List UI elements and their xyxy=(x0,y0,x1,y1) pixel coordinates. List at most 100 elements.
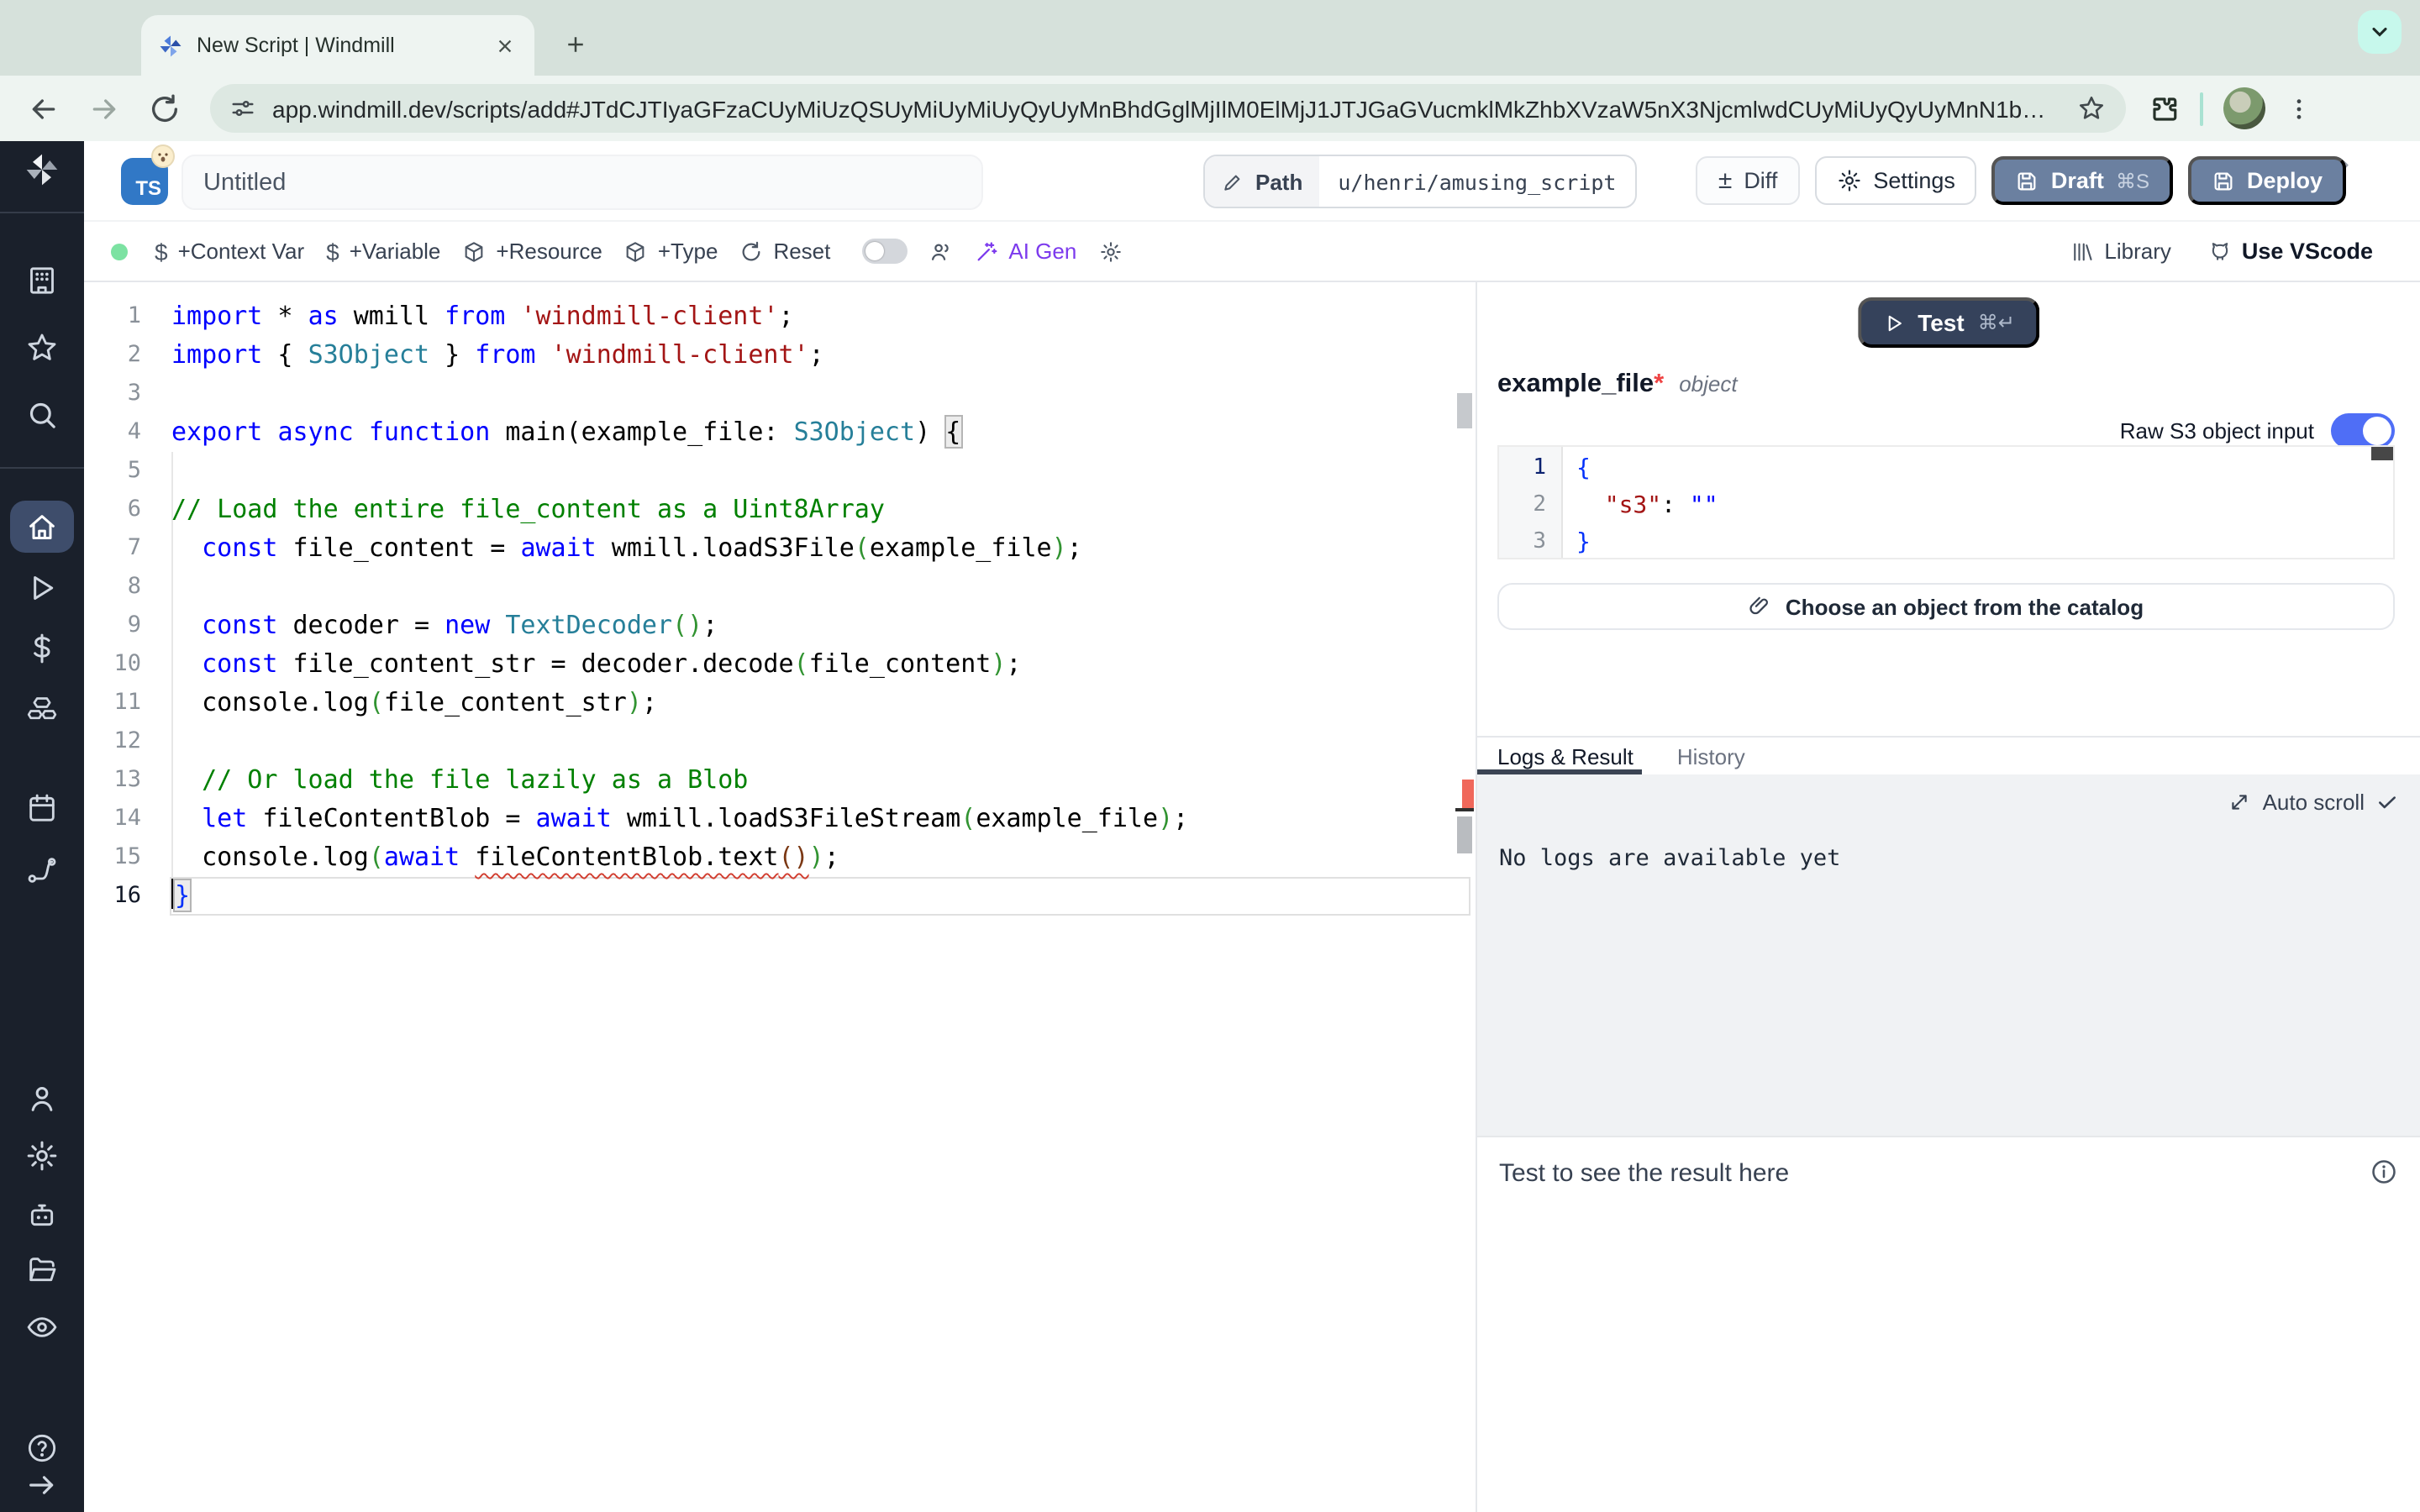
tab-history[interactable]: History xyxy=(1677,743,1745,769)
tab-title: New Script | Windmill xyxy=(197,34,477,57)
path-pencil-icon xyxy=(1222,171,1244,192)
sidebar-item-folders[interactable] xyxy=(25,1253,59,1287)
add-resource-button[interactable]: +Resource xyxy=(462,239,602,264)
code-line[interactable]: let fileContentBlob = await wmill.loadS3… xyxy=(171,800,1452,838)
add-variable-button[interactable]: $ +Variable xyxy=(326,238,440,265)
sidebar xyxy=(0,141,84,1512)
package-icon xyxy=(624,239,648,263)
code-line[interactable]: { xyxy=(1576,450,2393,487)
wand-icon xyxy=(975,239,998,263)
choose-object-button[interactable]: Choose an object from the catalog xyxy=(1497,583,2395,630)
script-name-input[interactable]: Untitled xyxy=(182,155,983,210)
code-line[interactable]: import * as wmill from 'windmill-client'… xyxy=(171,297,1452,336)
script-name-value: Untitled xyxy=(203,169,961,196)
auto-scroll-control[interactable]: Auto scroll xyxy=(2229,790,2398,815)
code-line[interactable]: const file_content_str = decoder.decode(… xyxy=(171,645,1452,684)
code-line[interactable]: } xyxy=(171,877,1452,916)
bookmark-star-icon[interactable] xyxy=(2077,94,2106,123)
code-line[interactable] xyxy=(171,568,1452,606)
raw-s3-toggle[interactable] xyxy=(2331,413,2395,449)
windmill-logo-icon[interactable] xyxy=(24,151,60,188)
script-settings-gear-icon[interactable] xyxy=(1098,239,1122,263)
sidebar-collapse-arrow-icon[interactable] xyxy=(25,1468,59,1502)
tab-close-icon[interactable] xyxy=(491,32,518,59)
sidebar-item-favorites[interactable] xyxy=(25,331,59,365)
url-row: app.windmill.dev/scripts/add#JTdCJTIyaGF… xyxy=(0,76,2420,141)
code-line[interactable]: const file_content = await wmill.loadS3F… xyxy=(171,529,1452,568)
code-line[interactable] xyxy=(171,452,1452,491)
editor-scrollbar-thumb[interactable] xyxy=(1457,393,1472,428)
add-type-button[interactable]: +Type xyxy=(624,239,718,264)
editor-scrollbar-thumb[interactable] xyxy=(1457,816,1472,853)
address-bar[interactable]: app.windmill.dev/scripts/add#JTdCJTIyaGF… xyxy=(210,84,2126,133)
code-line[interactable]: console.log(file_content_str); xyxy=(171,684,1452,722)
extensions-icon[interactable] xyxy=(2149,93,2180,123)
emoji-badge-icon xyxy=(151,144,175,168)
use-vscode-button[interactable]: Use VScode xyxy=(2208,239,2373,264)
test-shortcut: ⌘↵ xyxy=(1978,311,2015,334)
sidebar-item-flows[interactable] xyxy=(25,853,59,887)
json-content[interactable]: { "s3": ""} xyxy=(1563,447,2393,558)
site-settings-icon[interactable] xyxy=(230,96,255,121)
code-editor[interactable]: 12345678910111213141516 import * as wmil… xyxy=(84,282,1476,1512)
add-context-var-button[interactable]: $ +Context Var xyxy=(155,238,304,265)
argument-type: object xyxy=(1679,371,1737,396)
code-line[interactable]: "s3": "" xyxy=(1576,487,2393,524)
browser-menu-icon[interactable] xyxy=(2286,95,2312,122)
json-scrollbar-thumb[interactable] xyxy=(2371,447,2393,460)
test-button[interactable]: Test ⌘↵ xyxy=(1857,297,2040,348)
reset-button[interactable]: Reset xyxy=(739,239,830,264)
library-button[interactable]: Library xyxy=(2070,239,2171,264)
draft-button[interactable]: Draft ⌘S xyxy=(1992,156,2173,205)
sidebar-item-audit-logs[interactable] xyxy=(25,1310,59,1344)
code-content[interactable]: import * as wmill from 'windmill-client'… xyxy=(171,297,1452,916)
error-overview-marker xyxy=(1462,780,1474,808)
new-tab-button[interactable] xyxy=(555,24,595,64)
code-line[interactable]: // Load the entire file_content as a Uin… xyxy=(171,491,1452,529)
code-line[interactable]: console.log(await fileContentBlob.text()… xyxy=(171,838,1452,877)
cursor-overview-marker xyxy=(1455,808,1474,811)
sidebar-item-workers[interactable] xyxy=(25,1198,59,1231)
sidebar-item-variables[interactable] xyxy=(25,632,59,665)
sidebar-item-search[interactable] xyxy=(25,398,59,432)
sidebar-item-resources[interactable] xyxy=(25,692,59,726)
check-icon xyxy=(2376,791,2398,813)
code-line[interactable]: } xyxy=(1576,524,2393,559)
profile-avatar[interactable] xyxy=(2223,87,2265,129)
browser-chrome: New Script | Windmill xyxy=(0,0,2420,141)
reload-icon[interactable] xyxy=(148,92,182,125)
json-arg-editor[interactable]: 123 { "s3": ""} xyxy=(1497,445,2395,559)
sidebar-item-users[interactable] xyxy=(25,1082,59,1116)
tab-logs-result[interactable]: Logs & Result xyxy=(1497,743,1634,769)
sidebar-item-settings[interactable] xyxy=(25,1139,59,1173)
code-line[interactable] xyxy=(171,722,1452,761)
diff-button[interactable]: ± Diff xyxy=(1697,156,1800,205)
code-line[interactable]: const decoder = new TextDecoder(); xyxy=(171,606,1452,645)
choose-object-label: Choose an object from the catalog xyxy=(1786,594,2144,619)
deploy-label: Deploy xyxy=(2247,168,2323,193)
sidebar-item-workspace[interactable] xyxy=(25,264,59,297)
info-icon[interactable] xyxy=(2370,1158,2398,1186)
sidebar-item-home[interactable] xyxy=(10,501,74,553)
multiplayer-toggle[interactable] xyxy=(862,239,908,264)
path-editor[interactable]: Path u/henri/amusing_script xyxy=(1203,155,1637,208)
deploy-button[interactable]: Deploy xyxy=(2188,156,2346,205)
diff-label: Diff xyxy=(1744,168,1777,193)
code-line[interactable]: // Or load the file lazily as a Blob xyxy=(171,761,1452,800)
settings-button[interactable]: Settings xyxy=(1814,156,1977,205)
dollar-icon: $ xyxy=(155,238,168,265)
sidebar-item-help[interactable] xyxy=(25,1431,59,1465)
back-icon[interactable] xyxy=(27,92,60,125)
sidebar-item-runs[interactable] xyxy=(25,571,59,605)
code-line[interactable] xyxy=(171,375,1452,413)
forward-icon[interactable] xyxy=(87,92,121,125)
code-line[interactable]: import { S3Object } from 'windmill-clien… xyxy=(171,336,1452,375)
required-asterisk: * xyxy=(1654,370,1664,398)
result-placeholder: Test to see the result here xyxy=(1499,1159,1789,1188)
code-line[interactable]: export async function main(example_file:… xyxy=(171,413,1452,452)
sidebar-item-schedules[interactable] xyxy=(25,791,59,825)
chrome-chevron-button[interactable] xyxy=(2358,10,2402,54)
browser-tab[interactable]: New Script | Windmill xyxy=(141,15,534,76)
ai-gen-button[interactable]: AI Gen xyxy=(975,239,1076,264)
cat-icon xyxy=(2208,239,2232,263)
